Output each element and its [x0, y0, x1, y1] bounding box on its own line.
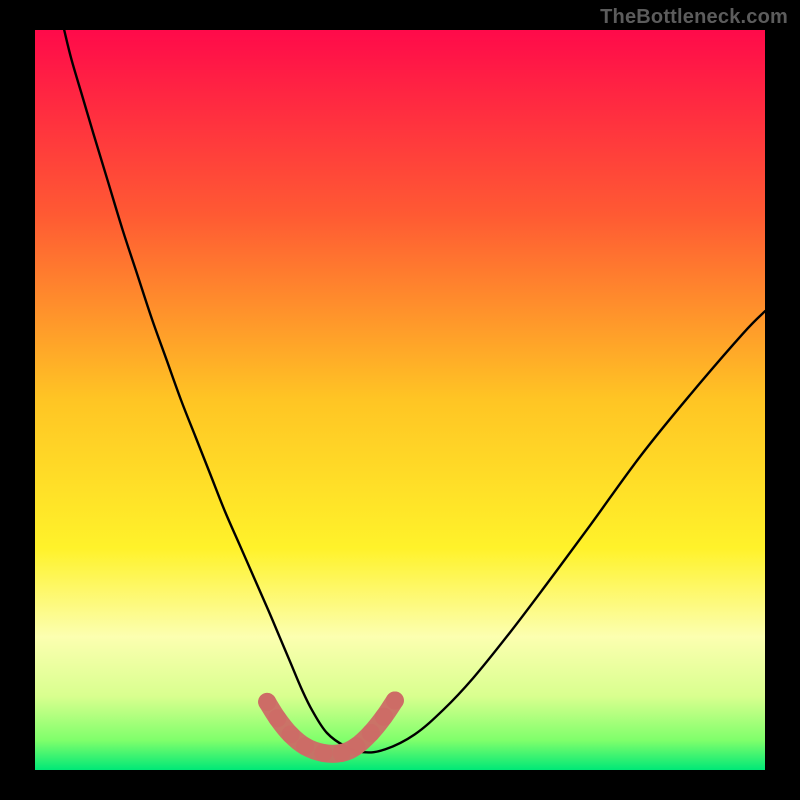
- bottleneck-chart: TheBottleneck.com: [0, 0, 800, 800]
- highlight-dot: [296, 737, 314, 755]
- watermark-text: TheBottleneck.com: [600, 6, 788, 29]
- highlight-dot: [314, 744, 332, 762]
- chart-svg: [0, 0, 800, 800]
- highlight-dot: [258, 693, 276, 711]
- highlight-dot: [386, 691, 404, 709]
- highlight-dot: [347, 737, 365, 755]
- highlight-dot: [282, 725, 300, 743]
- highlight-dot: [268, 709, 286, 727]
- plot-background: [35, 30, 765, 770]
- highlight-dot: [362, 724, 380, 742]
- highlight-dot: [375, 708, 393, 726]
